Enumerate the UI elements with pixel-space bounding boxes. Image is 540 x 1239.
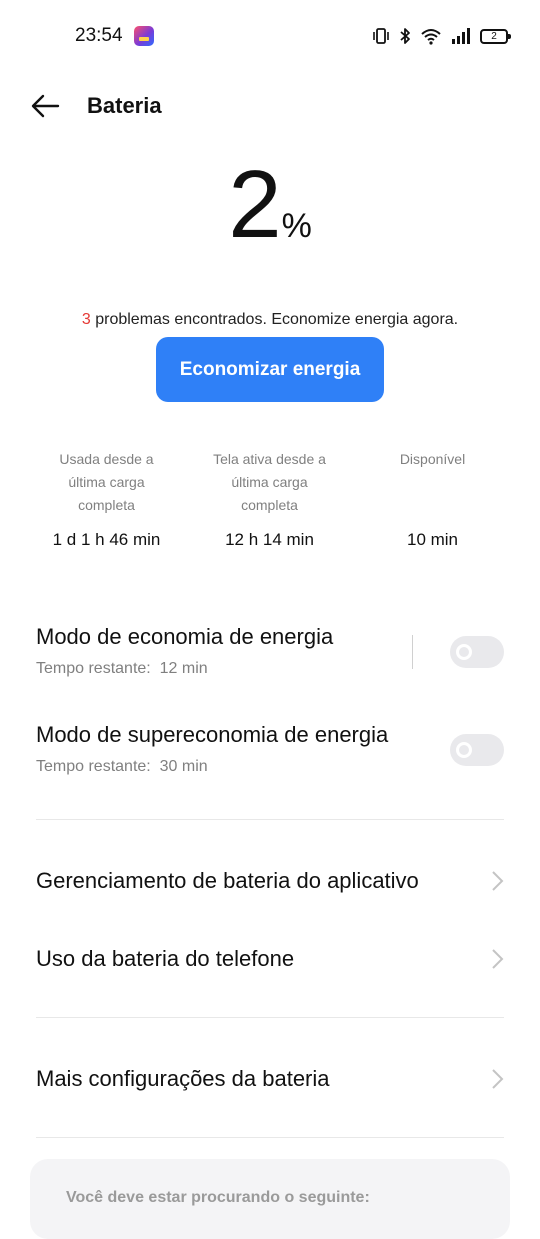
battery-status-icon: 2 <box>480 28 511 44</box>
divider <box>36 1137 504 1138</box>
stat-used-since-charge: Usada desde a última carga completa 1 d … <box>25 448 188 550</box>
phone-battery-usage-item[interactable]: Uso da bateria do telefone <box>36 939 506 979</box>
page-title: Bateria <box>87 93 162 118</box>
suggestion-card: Você deve estar procurando o seguinte: <box>30 1159 510 1239</box>
stat-screen-on-since-charge: Tela ativa desde a última carga completa… <box>188 448 351 550</box>
signal-icon <box>451 28 471 44</box>
app-battery-management-item[interactable]: Gerenciamento de bateria do aplicativo <box>36 861 506 901</box>
nav-label: Uso da bateria do telefone <box>36 946 295 971</box>
header: Bateria <box>0 80 540 132</box>
chevron-right-icon <box>492 949 504 969</box>
nav-label: Mais configurações da bateria <box>36 1066 330 1091</box>
status-time: 23:54 <box>75 25 123 46</box>
toggle-divider <box>412 635 413 669</box>
stat-value: 1 d 1 h 46 min <box>52 530 161 549</box>
super-power-saving-row[interactable]: Modo de supereconomia de energia Tempo r… <box>36 722 506 786</box>
stat-value: 12 h 14 min <box>225 530 314 549</box>
problems-count: 3 <box>81 311 91 328</box>
suggestion-title: Você deve estar procurando o seguinte: <box>66 1189 370 1206</box>
stat-available: Disponível 10 min <box>351 448 514 550</box>
power-saving-row[interactable]: Modo de economia de energia Tempo restan… <box>36 624 506 688</box>
nav-label: Gerenciamento de bateria do aplicativo <box>36 868 419 893</box>
stat-value: 10 min <box>406 530 459 549</box>
stat-label: Usada desde a última carga completa <box>59 451 154 513</box>
bluetooth-icon <box>399 27 411 45</box>
back-arrow-icon <box>31 94 60 118</box>
stat-label: Disponível <box>399 451 466 467</box>
app-notification-icon <box>134 26 154 46</box>
power-saving-toggle[interactable] <box>450 636 504 668</box>
super-power-saving-subtitle: Tempo restante: 30 min <box>36 758 208 775</box>
problems-text: problemas encontrados. Economize energia… <box>90 311 459 328</box>
stat-label: Tela ativa desde a última carga completa <box>213 451 326 513</box>
save-energy-button[interactable]: Economizar energia <box>156 337 384 402</box>
battery-percent-value: 2 <box>228 151 281 258</box>
battery-stats: Usada desde a última carga completa 1 d … <box>25 448 515 550</box>
super-power-saving-toggle[interactable] <box>450 734 504 766</box>
super-power-saving-title: Modo de supereconomia de energia <box>36 722 389 747</box>
chevron-right-icon <box>492 871 504 891</box>
more-battery-settings-item[interactable]: Mais configurações da bateria <box>36 1059 506 1099</box>
battery-percent-sign: % <box>281 207 312 245</box>
power-saving-subtitle: Tempo restante: 12 min <box>36 660 208 677</box>
status-icons: 2 <box>372 24 511 48</box>
chevron-right-icon <box>492 1069 504 1089</box>
divider <box>36 1017 504 1018</box>
back-button[interactable] <box>30 92 62 120</box>
problems-message: 3 problemas encontrados. Economize energ… <box>0 311 540 329</box>
wifi-icon <box>420 27 442 45</box>
divider <box>36 819 504 820</box>
power-saving-title: Modo de economia de energia <box>36 624 334 649</box>
vibrate-icon <box>372 27 390 45</box>
status-bar: 23:54 2 <box>0 0 540 72</box>
battery-percent: 2% <box>0 145 540 265</box>
